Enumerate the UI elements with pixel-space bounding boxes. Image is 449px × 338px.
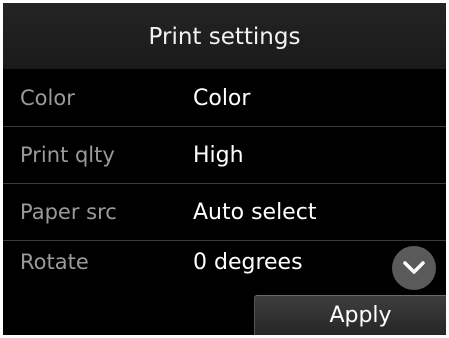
page-title: Print settings [148, 24, 301, 50]
setting-label-rotate: Rotate [20, 250, 89, 274]
setting-row-paper-source[interactable]: Paper src Auto select [3, 184, 446, 240]
setting-row-rotate[interactable]: Rotate 0 degrees [3, 241, 446, 275]
setting-label-color: Color [20, 86, 75, 110]
title-bar: Print settings [3, 3, 446, 69]
setting-label-print-quality: Print qlty [20, 143, 115, 167]
setting-value-paper-source: Auto select [193, 199, 317, 225]
chevron-down-icon [403, 261, 425, 274]
setting-row-print-quality[interactable]: Print qlty High [3, 127, 446, 183]
setting-value-color: Color [193, 85, 251, 111]
setting-value-rotate: 0 degrees [193, 250, 303, 275]
setting-row-color[interactable]: Color Color [3, 70, 446, 126]
setting-label-paper-source: Paper src [20, 200, 117, 224]
setting-value-print-quality: High [193, 142, 244, 168]
apply-button[interactable]: Apply [254, 295, 446, 335]
printer-panel-screen: Print settings Color Color Print qlty Hi… [3, 3, 446, 335]
scroll-down-button[interactable] [392, 246, 436, 290]
